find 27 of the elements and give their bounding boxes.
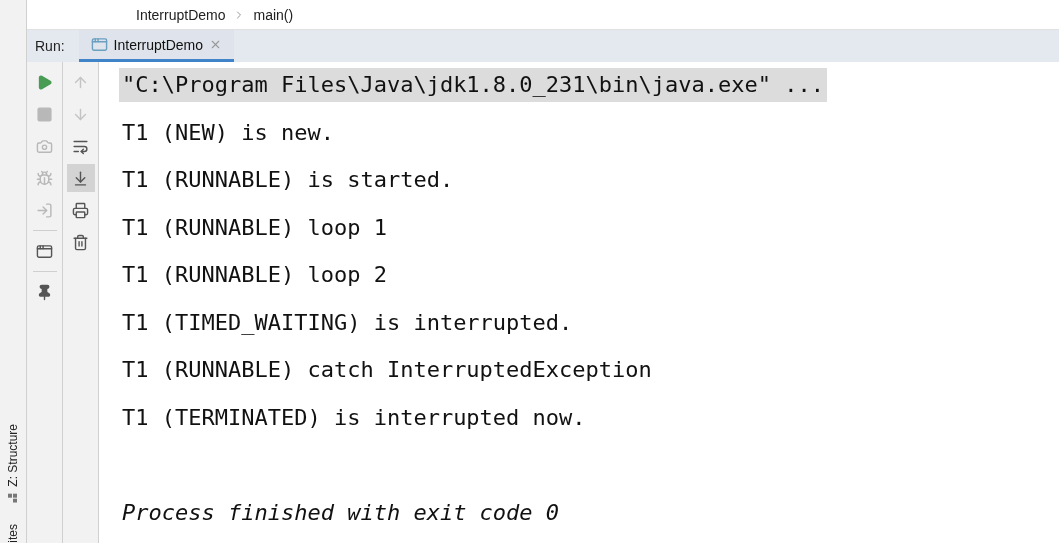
run-tab[interactable]: InterruptDemo <box>78 30 235 62</box>
camera-icon <box>36 137 53 155</box>
console-line: T1 (RUNNABLE) loop 1 <box>121 213 388 242</box>
stop-icon <box>36 105 53 123</box>
scroll-to-end-icon <box>72 169 89 187</box>
console-line: T1 (TIMED_WAITING) is interrupted. <box>121 308 574 337</box>
console-line: T1 (RUNNABLE) catch InterruptedException <box>121 356 653 384</box>
scroll-to-end-button[interactable] <box>66 164 95 192</box>
structure-icon <box>8 492 18 503</box>
console-line: T1 (RUNNABLE) loop 2 <box>121 261 388 289</box>
breadcrumb-item[interactable]: main() <box>253 6 294 23</box>
window-icon <box>90 36 108 53</box>
console-line: T1 (NEW) is new. <box>121 118 335 147</box>
console-line: T1 (TERMINATED) is interrupted now. <box>121 403 587 432</box>
side-tab[interactable]: ites <box>6 524 20 543</box>
trash-icon <box>72 233 89 251</box>
run-icon <box>36 73 53 91</box>
run-label: Run: <box>34 37 66 56</box>
side-tab[interactable]: Z: Structure <box>6 423 20 503</box>
pin-icon <box>36 283 53 301</box>
breadcrumb-item[interactable]: InterruptDemo <box>136 6 226 23</box>
console-line: T1 (RUNNABLE) is started. <box>121 166 455 194</box>
exit-message: Process finished with exit code 0 <box>121 498 561 527</box>
layout-icon <box>36 242 53 260</box>
printer-icon <box>72 201 89 219</box>
bug-icon <box>36 169 53 187</box>
login-icon <box>36 201 53 219</box>
